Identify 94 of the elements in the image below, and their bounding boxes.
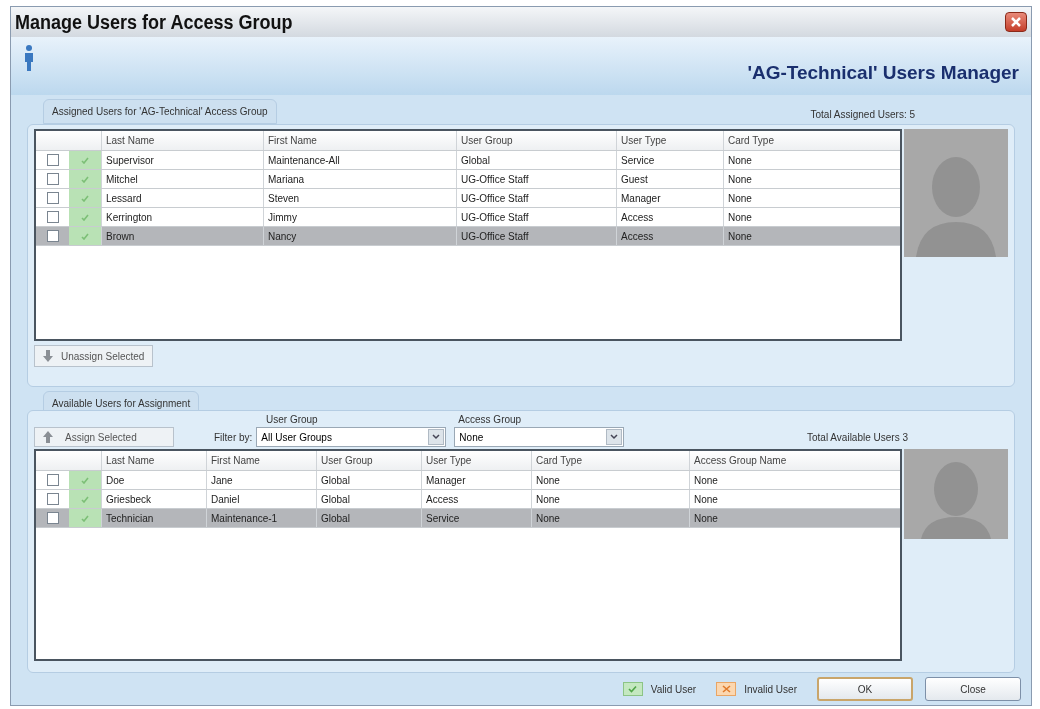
table-cell: Maintenance-1 [206, 509, 316, 527]
table-cell: Supervisor [101, 151, 263, 169]
column-header[interactable]: Last Name [101, 451, 206, 470]
check-icon [81, 175, 89, 183]
table-cell: None [689, 490, 881, 508]
field-label: User Group [266, 413, 319, 427]
column-header[interactable]: User Type [616, 131, 723, 150]
check-icon [81, 514, 89, 522]
table-cell: Manager [616, 189, 723, 207]
row-checkbox[interactable] [46, 173, 59, 185]
legend-label: Invalid User [744, 682, 797, 697]
dropdown-caret-icon [610, 434, 619, 440]
check-icon [81, 213, 89, 221]
table-cell: UG-Office Staff [456, 227, 616, 245]
row-checkbox[interactable] [46, 493, 59, 505]
unassign-selected-button[interactable]: Unassign Selected [34, 345, 154, 367]
total-count: Total Available Users 3 [807, 431, 908, 445]
column-header[interactable]: First Name [263, 131, 456, 150]
table-cell: Manager [421, 471, 531, 489]
check-icon [81, 476, 89, 484]
row-checkbox[interactable] [46, 230, 59, 242]
table-cell: Global [316, 509, 421, 527]
dialog-button[interactable]: OK [817, 677, 913, 701]
row-checkbox[interactable] [46, 211, 59, 223]
table-cell: Maintenance-All [263, 151, 456, 169]
table-cell: Global [316, 471, 421, 489]
table-cell: None [723, 170, 881, 188]
column-header[interactable]: User Group [316, 451, 421, 470]
table-cell: Jane [206, 471, 316, 489]
table-cell: None [723, 151, 881, 169]
assign-selected-button[interactable]: Assign Selected [34, 427, 174, 447]
table-cell: Mariana [263, 170, 456, 188]
column-header[interactable]: First Name [206, 451, 316, 470]
table-cell: Technician [101, 509, 206, 527]
table-cell: Griesbeck [101, 490, 206, 508]
table-cell: Steven [263, 189, 456, 207]
table-cell: Guest [616, 170, 723, 188]
column-header[interactable]: Card Type [531, 451, 689, 470]
table-cell: Lessard [101, 189, 263, 207]
user-group-dropdown[interactable]: All User Groups [256, 427, 447, 447]
row-checkbox[interactable] [46, 512, 59, 524]
table-cell: None [723, 227, 881, 245]
table-cell: Jimmy [263, 208, 456, 226]
field-label: Filter by: [214, 430, 253, 445]
table-cell: None [689, 509, 881, 527]
table-cell: Global [316, 490, 421, 508]
up-arrow-icon [43, 431, 53, 443]
column-header[interactable]: Card Type [723, 131, 881, 150]
column-header[interactable]: Access Group Name [689, 451, 881, 470]
table-cell: Access [421, 490, 531, 508]
table-cell: Global [456, 151, 616, 169]
table-cell: UG-Office Staff [456, 189, 616, 207]
table-cell: None [531, 471, 689, 489]
access-group-dropdown[interactable]: None [454, 427, 625, 447]
dialog-button[interactable]: Close [925, 677, 1021, 701]
check-icon [81, 194, 89, 202]
window-title: Manage Users for Access Group [15, 10, 293, 35]
table-cell: UG-Office Staff [456, 170, 616, 188]
person-icon [23, 45, 35, 71]
column-header[interactable]: Last Name [101, 131, 263, 150]
total-count: Total Assigned Users: 5 [810, 108, 915, 122]
row-checkbox[interactable] [46, 192, 59, 204]
table-cell: Daniel [206, 490, 316, 508]
close-icon [1010, 16, 1022, 28]
row-checkbox[interactable] [46, 154, 59, 166]
table-cell: None [723, 208, 881, 226]
table-cell: UG-Office Staff [456, 208, 616, 226]
table-cell: Brown [101, 227, 263, 245]
invalid-user-icon [716, 682, 737, 696]
table-cell: None [689, 471, 881, 489]
check-icon [81, 156, 89, 164]
check-icon [81, 232, 89, 240]
table-cell: Doe [101, 471, 206, 489]
table-cell: Mitchel [101, 170, 263, 188]
valid-user-icon [622, 682, 643, 696]
legend-label: Valid User [650, 682, 697, 697]
table-cell: None [531, 490, 689, 508]
column-header[interactable]: User Type [421, 451, 531, 470]
down-arrow-icon [43, 350, 53, 362]
table-cell: Service [421, 509, 531, 527]
table-cell: Kerrington [101, 208, 263, 226]
table-cell: Access [616, 227, 723, 245]
table-cell: Service [616, 151, 723, 169]
table-cell: Access [616, 208, 723, 226]
check-icon [81, 495, 89, 503]
field-label: Access Group [458, 413, 523, 427]
row-checkbox[interactable] [46, 474, 59, 486]
table-cell: None [723, 189, 881, 207]
table-cell: None [531, 509, 689, 527]
table-cell: Nancy [263, 227, 456, 245]
column-header[interactable]: User Group [456, 131, 616, 150]
close-button[interactable] [1005, 12, 1027, 32]
dropdown-caret-icon [432, 434, 441, 440]
header-title: 'AG-Technical' Users Manager [747, 60, 1019, 85]
